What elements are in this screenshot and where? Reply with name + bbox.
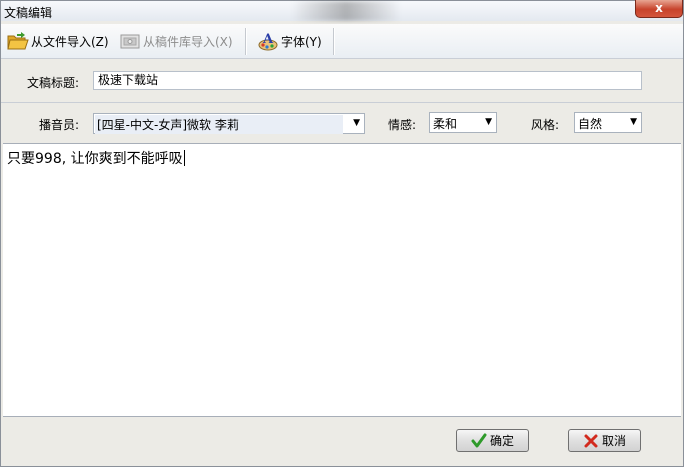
- checkmark-icon: [471, 433, 487, 447]
- title-input[interactable]: 极速下载站: [93, 71, 642, 90]
- divider: [1, 102, 683, 103]
- emotion-select[interactable]: 柔和 ▼: [429, 112, 497, 133]
- editor-content: 只要998, 让你爽到不能呼吸: [7, 150, 185, 167]
- style-label: 风格:: [531, 118, 560, 132]
- announcer-select[interactable]: [四星-中文-女声]微软 李莉 ▼: [93, 113, 365, 134]
- toolbar-separator: [245, 28, 247, 55]
- dropdown-arrow-icon: ▼: [353, 118, 360, 128]
- cancel-label: 取消: [601, 434, 626, 448]
- close-button[interactable]: x: [635, 0, 683, 18]
- import-library-label: 从稿件库导入(X): [143, 34, 233, 49]
- emotion-label: 情感:: [388, 118, 417, 132]
- cancel-button[interactable]: 取消: [568, 429, 641, 452]
- style-value: 自然: [578, 117, 603, 131]
- cancel-x-icon: [584, 434, 598, 447]
- text-caret: [183, 150, 185, 166]
- ok-button[interactable]: 确定: [456, 429, 529, 452]
- font-icon: A: [258, 32, 278, 51]
- title-label: 文稿标题:: [27, 76, 80, 90]
- font-label: 字体(Y): [281, 34, 322, 49]
- svg-text:A: A: [262, 32, 274, 47]
- import-file-button[interactable]: 从文件导入(Z): [7, 31, 109, 51]
- title-bar[interactable]: 文稿编辑 x: [1, 0, 683, 21]
- dropdown-arrow-icon: ▼: [630, 117, 637, 127]
- toolbar: 从文件导入(Z) 从稿件库导入(X) A 字体(Y): [1, 24, 683, 59]
- library-icon: [120, 34, 140, 49]
- open-folder-icon: [7, 32, 29, 50]
- import-file-label: 从文件导入(Z): [31, 34, 109, 49]
- toolbar-separator: [333, 28, 335, 55]
- announcer-value: [四星-中文-女声]微软 李莉: [95, 115, 343, 134]
- window-title: 文稿编辑: [4, 6, 53, 20]
- font-button[interactable]: A 字体(Y): [257, 31, 322, 51]
- ok-label: 确定: [489, 434, 514, 448]
- script-editor[interactable]: 只要998, 让你爽到不能呼吸: [3, 143, 681, 417]
- style-select[interactable]: 自然 ▼: [574, 112, 642, 133]
- import-library-button[interactable]: 从稿件库导入(X): [119, 31, 233, 51]
- announcer-label: 播音员:: [39, 118, 80, 132]
- dropdown-arrow-icon: ▼: [485, 117, 492, 127]
- dialog-window: 文稿编辑 x 从文件导入(Z) 从稿件库导入(X) A 字体(Y) 文稿标题: …: [0, 0, 684, 467]
- background-window-blur: [291, 1, 401, 21]
- emotion-value: 柔和: [433, 117, 458, 131]
